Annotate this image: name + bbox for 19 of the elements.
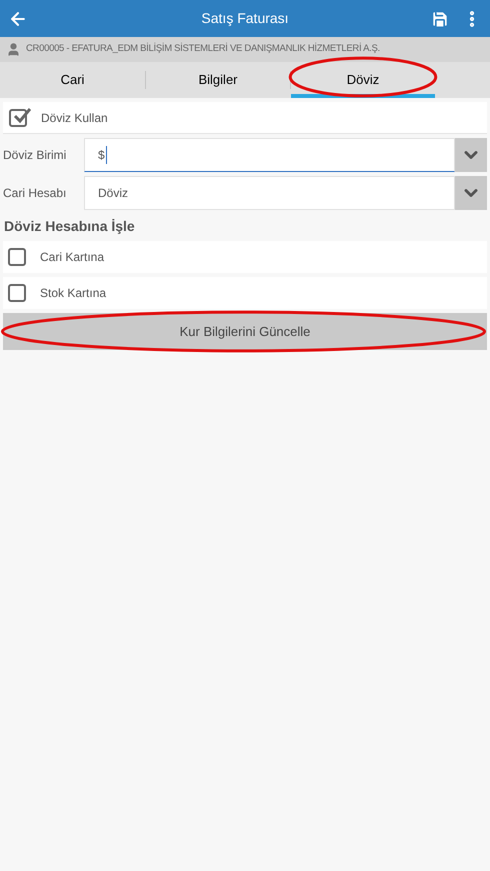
checkbox[interactable] — [8, 248, 26, 266]
checkbox-label: Stok Kartına — [40, 285, 106, 302]
field-value: $ — [98, 146, 107, 164]
checkbox-label: Döviz Kullan — [41, 110, 108, 126]
section-title: Döviz Hesabına İşle — [3, 217, 136, 236]
checkbox-label: Cari Kartına — [40, 249, 104, 266]
dropdown-field[interactable]: $ — [84, 138, 455, 172]
tab[interactable]: Bilgiler — [146, 62, 290, 98]
screen-title: Satış Faturası — [201, 9, 289, 28]
field-label: Döviz Birimi — [3, 147, 68, 164]
chevron-icon[interactable] — [455, 176, 487, 210]
tab[interactable]: Cari — [0, 62, 145, 98]
field-label: Cari Hesabı — [3, 185, 68, 202]
person-icon — [6, 42, 21, 57]
chevron-icon[interactable] — [455, 138, 487, 172]
checkbox[interactable] — [8, 284, 26, 302]
dropdown-field[interactable]: Döviz — [84, 176, 455, 210]
field-value: Döviz — [98, 185, 128, 202]
customer-name: CR00005 - EFATURA_EDM BİLİŞİM SİSTEMLERİ VE DANIŞMANLIK HİZMETLERİ A.Ş. — [26, 42, 380, 56]
